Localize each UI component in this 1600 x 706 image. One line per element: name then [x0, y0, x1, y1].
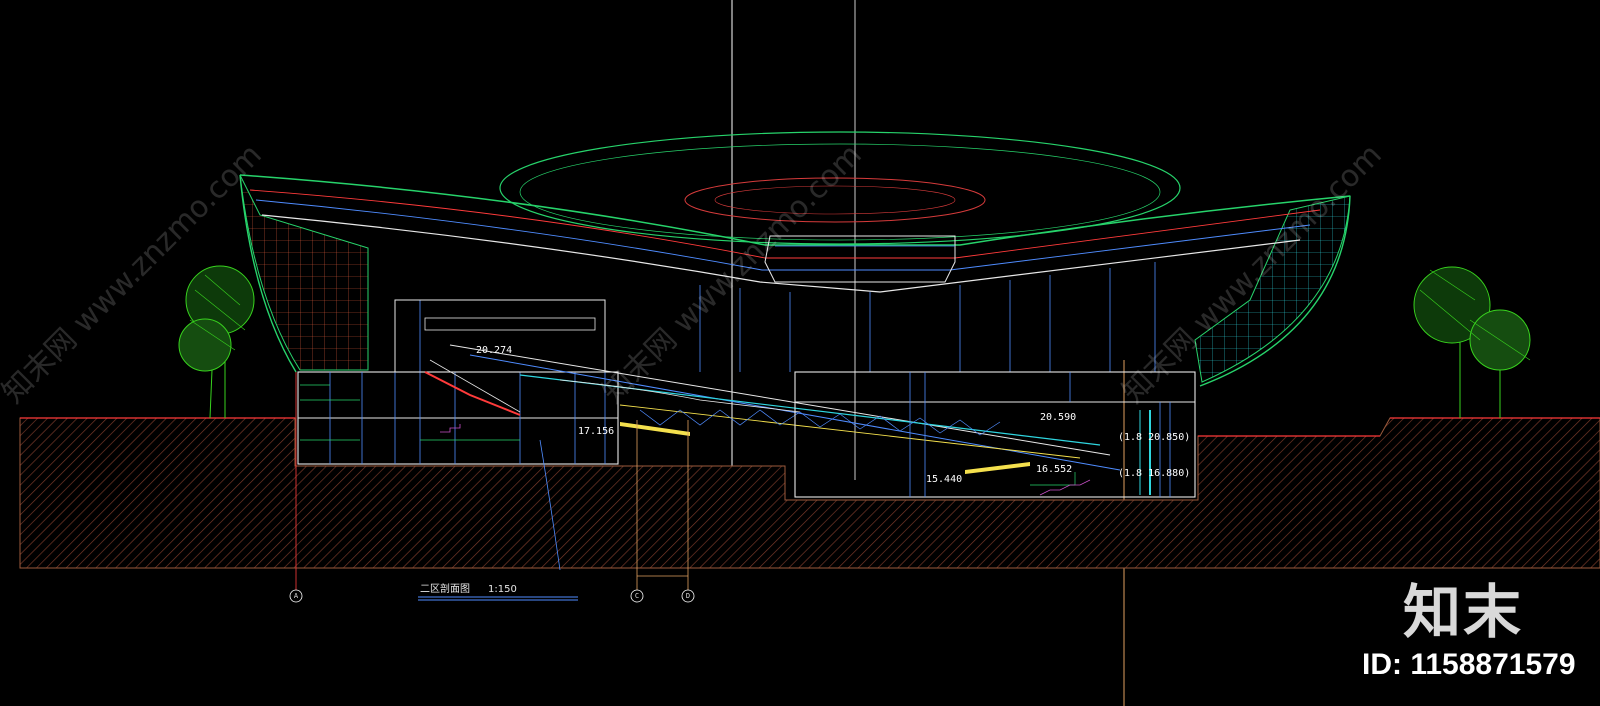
level-label: 15.440	[926, 474, 963, 485]
axis-label: D	[685, 592, 691, 600]
title-text: 二区剖面图	[420, 584, 470, 595]
tree-right	[1413, 266, 1531, 418]
cad-section-drawing	[19, 0, 1600, 706]
level-label: 16.552	[1036, 464, 1073, 475]
level-label: 20.590	[1040, 412, 1077, 423]
level-label: 20.274	[476, 345, 513, 356]
tree-left	[178, 265, 255, 419]
auditorium-rake	[424, 344, 1121, 471]
axis-label: C	[634, 592, 640, 600]
title-scale: 1:150	[488, 584, 517, 595]
ground	[19, 417, 1600, 569]
drawing-title: 二区剖面图 1:150	[420, 580, 517, 595]
level-label: 17.156	[578, 426, 615, 437]
watermark-brand: 知末	[1403, 578, 1524, 646]
watermark-id: ID: 1158871579	[1362, 648, 1576, 681]
axis-label: A	[293, 592, 299, 600]
level-label: (1.8 16.880)	[1118, 468, 1191, 479]
hall-columns	[699, 262, 1156, 372]
level-label: (1.8 20.850)	[1118, 432, 1191, 443]
title-underline	[418, 596, 578, 601]
